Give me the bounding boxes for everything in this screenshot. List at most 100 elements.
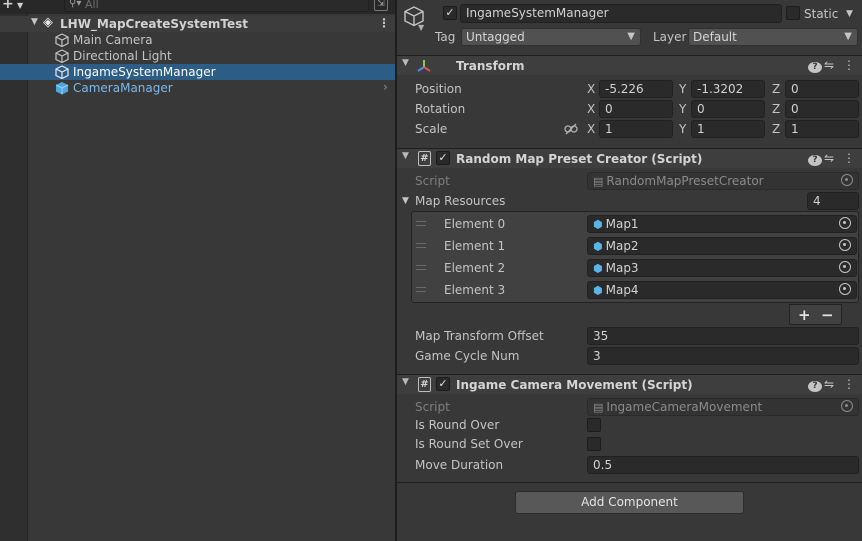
scene-row[interactable]: ▼ ◈ LHW_MapCreateSystemTest ⋮	[0, 15, 395, 32]
axis-z-label: Z	[772, 82, 781, 96]
tag-dropdown[interactable]: Untagged ▼	[461, 28, 641, 46]
constrain-proportions-icon[interactable]	[564, 123, 578, 135]
hierarchy-item-camera-manager[interactable]: CameraManager ›	[0, 80, 395, 96]
component-header-icons: ? ⇋ ⋮	[796, 151, 856, 166]
rotation-y-field[interactable]: 0	[691, 100, 765, 118]
component-enabled-checkbox[interactable]: ✓	[436, 151, 450, 165]
remove-element-button[interactable]: −	[821, 306, 834, 324]
ingame-camera-movement-header[interactable]: ▼ # ✓ Ingame Camera Movement (Script) ? ⇋…	[397, 374, 862, 394]
is-round-set-over-checkbox[interactable]	[587, 437, 601, 451]
presets-icon[interactable]: ⇋	[822, 377, 836, 391]
rotation-x-field[interactable]: 0	[599, 100, 673, 118]
element-3-field[interactable]: ⬢ Map4	[587, 281, 857, 299]
drag-handle-icon[interactable]	[416, 243, 426, 248]
static-checkbox[interactable]	[786, 6, 800, 20]
element-0-field[interactable]: ⬢ Map1	[587, 215, 857, 233]
fold-arrow-icon[interactable]: ▼	[402, 377, 409, 387]
object-picker-icon[interactable]	[839, 239, 851, 251]
script-file-icon: ▤	[593, 401, 604, 414]
search-icon: ⚲▾	[69, 0, 82, 9]
layer-dropdown[interactable]: Default ▼	[688, 28, 858, 46]
static-dropdown-arrow-icon[interactable]: ▼	[846, 6, 853, 22]
fold-arrow-icon[interactable]: ▼	[402, 193, 409, 209]
help-icon[interactable]: ?	[802, 151, 822, 166]
element-1-field[interactable]: ⬢ Map2	[587, 237, 857, 255]
axis-z-label: Z	[772, 122, 781, 136]
scale-x-field[interactable]: 1	[599, 120, 673, 138]
presets-icon[interactable]: ⇋	[822, 151, 836, 165]
hierarchy-item-ingame-system-manager[interactable]: IngameSystemManager	[0, 64, 395, 80]
script-hash-icon: #	[418, 151, 431, 166]
hierarchy-item-label: CameraManager	[73, 81, 173, 95]
element-2-field[interactable]: ⬢ Map3	[587, 259, 857, 277]
more-options-icon[interactable]: ⋮	[842, 377, 856, 391]
dropdown-arrow-icon: ▼	[17, 1, 24, 10]
hierarchy-item-main-camera[interactable]: Main Camera	[0, 32, 395, 48]
more-options-icon[interactable]: ⋮	[842, 151, 856, 165]
drag-handle-icon[interactable]	[416, 287, 426, 292]
map-resources-size-field[interactable]: 4	[807, 192, 859, 210]
icon-dropdown-arrow-icon[interactable]: ▼	[418, 20, 424, 36]
axis-y-label: Y	[679, 122, 687, 136]
script-label: Script	[415, 174, 450, 188]
element-value: Map4	[605, 283, 639, 297]
random-map-preset-creator-header[interactable]: ▼ # ✓ Random Map Preset Creator (Script)…	[397, 148, 862, 168]
scene-visibility-icon[interactable]: ⇲	[374, 0, 388, 11]
scene-name: LHW_MapCreateSystemTest	[60, 17, 248, 31]
object-name-field[interactable]: IngameSystemManager	[460, 4, 782, 23]
object-picker-icon[interactable]	[839, 217, 851, 229]
component-enabled-checkbox[interactable]: ✓	[436, 377, 450, 391]
position-y-field[interactable]: -1.3202	[691, 80, 765, 98]
help-icon[interactable]: ?	[802, 58, 822, 73]
create-button[interactable]: + ▼	[2, 0, 28, 11]
map-resources-label: Map Resources	[415, 194, 506, 208]
add-component-button[interactable]: Add Component	[515, 491, 744, 514]
add-element-button[interactable]: +	[798, 306, 811, 324]
presets-icon[interactable]: ⇋	[822, 58, 836, 72]
fold-arrow-icon[interactable]: ▼	[402, 151, 409, 161]
game-cycle-num-field[interactable]: 3	[587, 347, 859, 365]
fold-arrow-icon[interactable]: ▼	[402, 58, 409, 68]
map-transform-offset-field[interactable]: 35	[587, 327, 859, 345]
tag-value: Untagged	[466, 30, 525, 44]
scale-y-field[interactable]: 1	[691, 120, 765, 138]
object-picker-icon[interactable]	[839, 261, 851, 273]
is-round-over-checkbox[interactable]	[587, 418, 601, 432]
element-label: Element 2	[444, 261, 506, 275]
prefab-cube-icon: ⬢	[593, 284, 603, 297]
script-value: IngameCameraMovement	[606, 400, 763, 414]
axis-z-label: Z	[772, 102, 781, 116]
script-value: RandomMapPresetCreator	[606, 174, 764, 188]
position-x-field[interactable]: -5.226	[599, 80, 673, 98]
hierarchy-item-label: Directional Light	[73, 49, 172, 63]
help-icon[interactable]: ?	[802, 377, 822, 392]
more-options-icon[interactable]: ⋮	[378, 16, 390, 30]
element-value: Map2	[605, 239, 639, 253]
script-label: Script	[415, 400, 450, 414]
drag-handle-icon[interactable]	[416, 265, 426, 270]
divider	[397, 482, 862, 483]
prefab-cube-icon: ⬢	[593, 218, 603, 231]
hierarchy-panel: + ▼ ⚲▾ All ⇲ ▼ ◈ LHW_MapCreateSystemTest…	[0, 0, 395, 541]
move-duration-label: Move Duration	[415, 458, 504, 472]
hierarchy-item-directional-light[interactable]: Directional Light	[0, 48, 395, 64]
element-label: Element 3	[444, 283, 506, 297]
plus-icon: +	[2, 0, 14, 12]
rotation-z-field[interactable]: 0	[785, 100, 859, 118]
fold-arrow-icon[interactable]: ▼	[31, 17, 38, 27]
prefab-cube-icon: ⬢	[593, 240, 603, 253]
more-options-icon[interactable]: ⋮	[842, 58, 856, 72]
object-picker-icon[interactable]	[839, 283, 851, 295]
scale-z-field[interactable]: 1	[785, 120, 859, 138]
hierarchy-search-input[interactable]: ⚲▾ All	[64, 0, 369, 12]
move-duration-field[interactable]: 0.5	[587, 456, 859, 474]
position-z-field[interactable]: 0	[785, 80, 859, 98]
component-header-icons: ? ⇋ ⋮	[796, 58, 856, 73]
is-round-set-over-label: Is Round Set Over	[415, 437, 523, 451]
map-transform-offset-label: Map Transform Offset	[415, 329, 544, 343]
drag-handle-icon[interactable]	[416, 221, 426, 226]
active-checkbox[interactable]: ✓	[443, 6, 457, 20]
transform-header[interactable]: ▼ Transform ? ⇋ ⋮	[397, 55, 862, 75]
chevron-right-icon[interactable]: ›	[383, 80, 388, 94]
search-placeholder: All	[85, 0, 99, 11]
